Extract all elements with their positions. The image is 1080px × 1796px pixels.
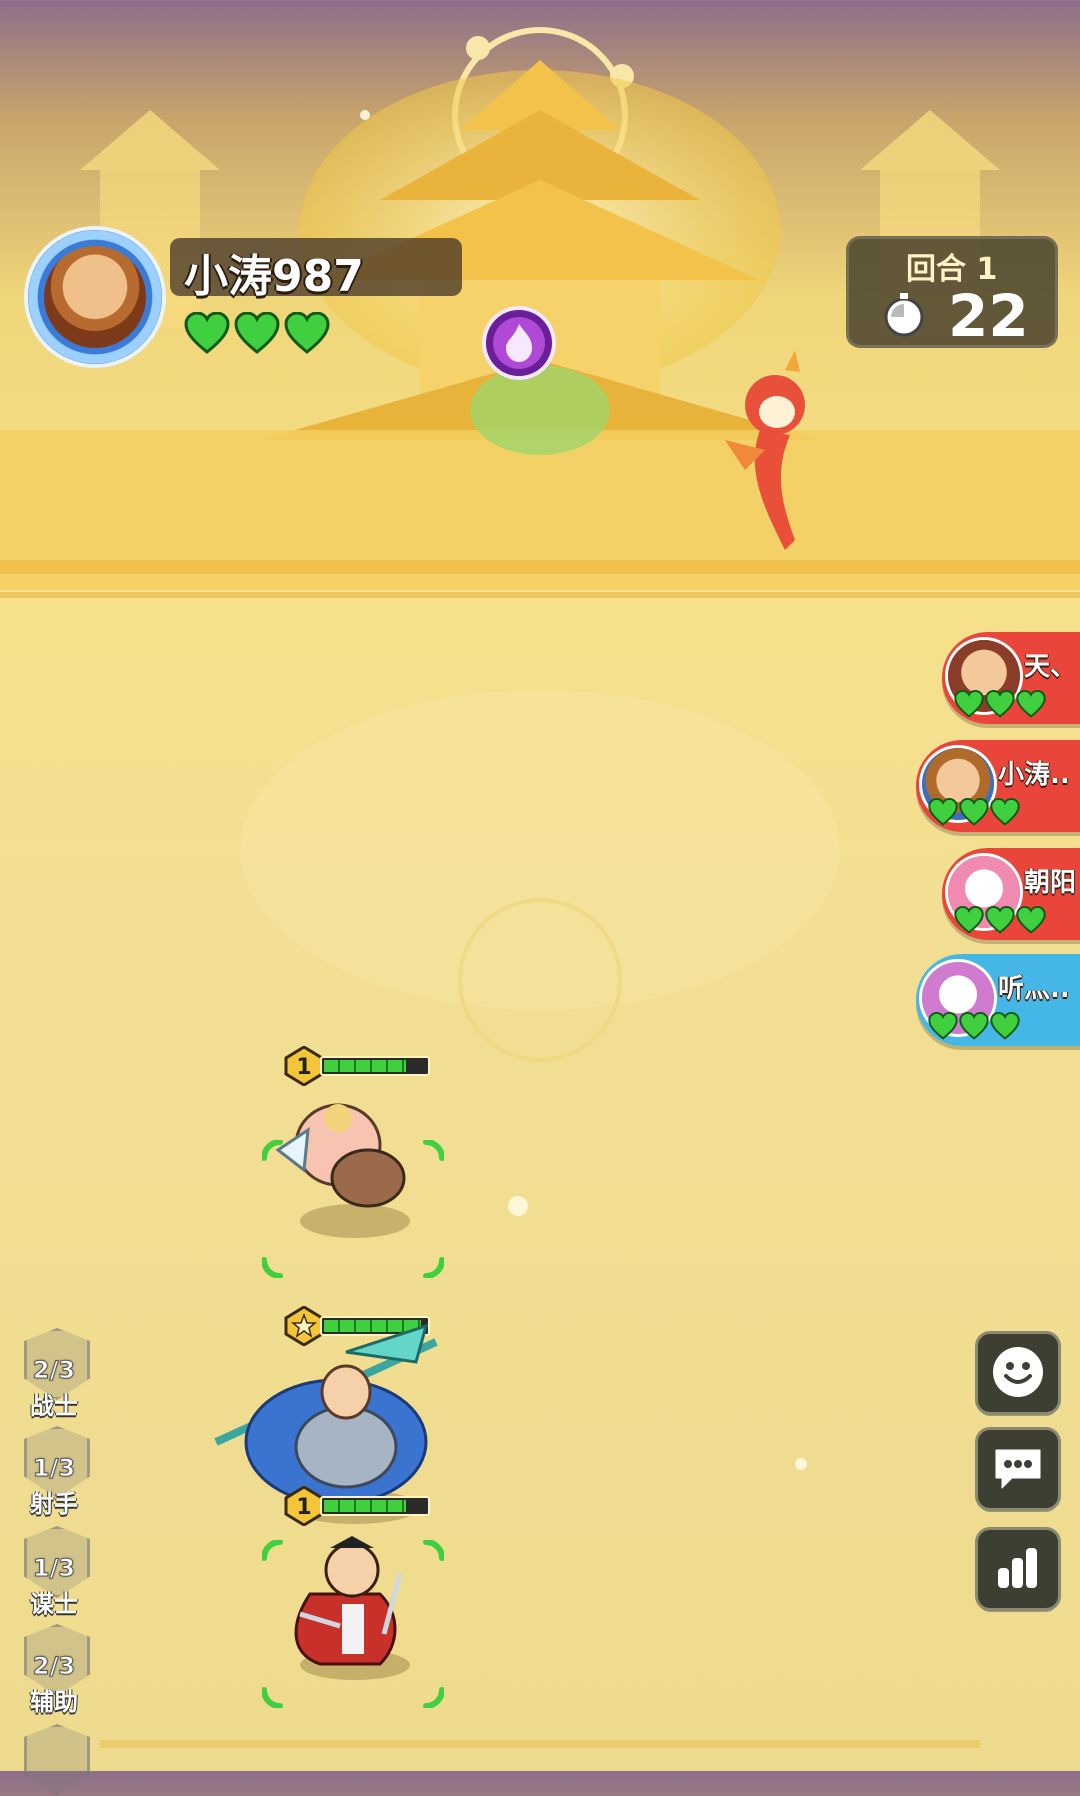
unit-health-fill	[324, 1500, 406, 1512]
heart-icon	[1016, 690, 1046, 718]
player-avatar[interactable]	[28, 230, 162, 364]
phoenix-creature[interactable]	[705, 350, 825, 570]
opponent-item[interactable]: 天、	[942, 632, 1080, 724]
unit-level-badge: 1	[284, 1485, 324, 1527]
class-counter-archer[interactable]: 1/3 射手	[22, 1426, 90, 1518]
unit-health-bar	[320, 1056, 430, 1076]
opponent-item[interactable]: 朝阳	[942, 848, 1080, 940]
class-label: 谋士	[30, 1590, 78, 1618]
heart-icon	[985, 690, 1015, 718]
unit-level-text: 1	[296, 1055, 311, 1080]
heart-icon	[985, 906, 1015, 934]
class-count: 1/3	[32, 1554, 76, 1583]
heart-icon	[954, 690, 984, 718]
opponent-name: 小涛..	[998, 760, 1070, 790]
opponent-lives	[954, 906, 1046, 934]
sparkle	[508, 1196, 528, 1216]
heart-icon	[928, 1012, 958, 1040]
opponent-lives	[928, 798, 1020, 826]
unit-selection-frame	[262, 1140, 444, 1278]
heart-icon	[234, 311, 280, 354]
player-lives	[184, 311, 330, 354]
heart-icon	[990, 1012, 1020, 1040]
opponent-name: 朝阳	[1024, 868, 1077, 898]
chat-bubble-icon	[995, 1449, 1041, 1489]
unit-health-fill	[324, 1060, 406, 1072]
sparkle	[795, 1458, 807, 1470]
stats-button[interactable]	[978, 1530, 1058, 1608]
bar-chart-icon	[998, 1548, 1037, 1588]
emote-button[interactable]	[978, 1334, 1058, 1412]
opponent-name: 听灬..	[998, 974, 1070, 1004]
player-name: 小涛987	[184, 251, 364, 302]
heart-icon	[959, 798, 989, 826]
class-count: 1/3	[32, 1454, 76, 1483]
heart-icon	[990, 798, 1020, 826]
unit-level-text: 1	[296, 1495, 311, 1520]
heart-icon	[184, 311, 230, 354]
heart-icon	[928, 798, 958, 826]
heart-icon	[959, 1012, 989, 1040]
class-count: 2/3	[32, 1652, 76, 1681]
class-label: 射手	[30, 1490, 78, 1518]
opponent-lives	[928, 1012, 1020, 1040]
heart-icon	[954, 906, 984, 934]
unit-health-bar	[320, 1496, 430, 1516]
opponent-item[interactable]: 小涛..	[916, 740, 1080, 832]
opponent-item[interactable]: 听灬..	[916, 954, 1080, 1046]
class-label: 辅助	[30, 1688, 78, 1716]
class-counter-more[interactable]	[22, 1724, 90, 1796]
unit-level-badge: 1	[284, 1045, 324, 1087]
sparkle	[360, 110, 370, 120]
blue-general-unit[interactable]	[196, 1322, 456, 1512]
smile-icon	[993, 1347, 1043, 1397]
chat-button[interactable]	[978, 1430, 1058, 1508]
class-label: 战士	[30, 1392, 78, 1420]
heart-icon	[1016, 906, 1046, 934]
unit-selection-frame	[262, 1540, 444, 1708]
class-counter-support[interactable]: 2/3 辅助	[22, 1624, 90, 1716]
flame-buff-icon[interactable]	[486, 310, 552, 376]
avatar-portrait	[44, 246, 146, 348]
stopwatch-icon	[884, 293, 924, 337]
class-counter-warrior[interactable]: 2/3 战士	[22, 1328, 90, 1420]
round-timer: 22	[948, 282, 1029, 350]
crossed-swords-icon	[24, 1724, 90, 1796]
opponent-lives	[954, 690, 1046, 718]
class-counter-strategist[interactable]: 1/3 谋士	[22, 1526, 90, 1618]
opponent-name: 天、	[1024, 652, 1077, 682]
heart-icon	[284, 311, 330, 354]
class-count: 2/3	[32, 1356, 76, 1385]
